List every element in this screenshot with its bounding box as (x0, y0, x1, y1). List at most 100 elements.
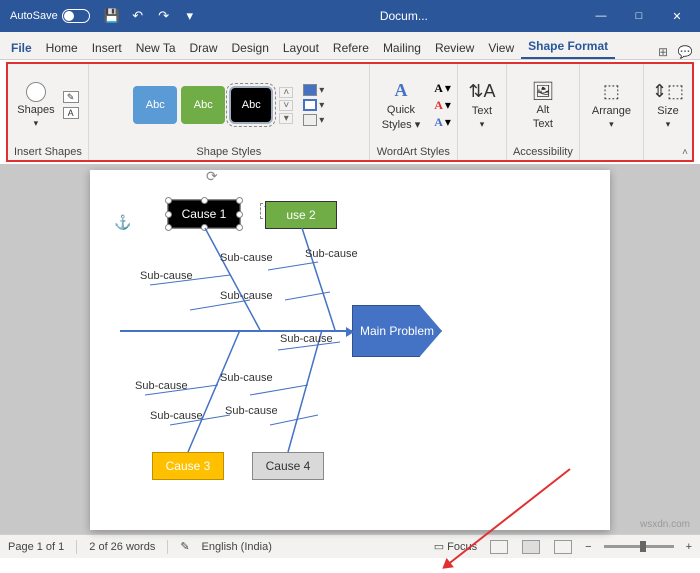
minimize-button[interactable]: — (582, 0, 620, 32)
shape-fill-button[interactable]: ▾ (303, 84, 324, 96)
size-button[interactable]: ⇕⬚ Size ▾ (650, 81, 686, 130)
style-thumb-green[interactable]: Abc (181, 86, 225, 124)
rotate-handle-icon[interactable]: ⟳ (206, 168, 218, 185)
group-shape-styles: Abc Abc Abc ˄˅▾ ▾ ▾ ▾ Shape Styles (89, 64, 370, 160)
alt-text-button[interactable]: 🖼 Alt Text (525, 80, 561, 130)
tab-design[interactable]: Design (225, 37, 276, 59)
resize-handle[interactable] (236, 211, 243, 218)
shape-outline-button[interactable]: ▾ (303, 99, 324, 111)
shape-effects-button[interactable]: ▾ (303, 114, 324, 126)
group-text: ⇅A Text ▾ (458, 64, 507, 160)
resize-handle[interactable] (165, 197, 172, 204)
redo-icon[interactable]: ↷ (156, 8, 172, 24)
text-fill-icon: A (434, 81, 443, 96)
maximize-button[interactable]: □ (620, 0, 658, 32)
autosave[interactable]: AutoSave (4, 9, 96, 23)
text-direction-icon: ⇅A (470, 81, 494, 103)
resize-handle[interactable] (201, 224, 208, 231)
subcause-label[interactable]: Sub-cause (280, 333, 333, 345)
print-layout-icon[interactable] (522, 540, 540, 554)
subcause-label[interactable]: Sub-cause (225, 405, 278, 417)
subcause-label[interactable]: Sub-cause (220, 290, 273, 302)
resize-handle[interactable] (236, 197, 243, 204)
comments-icon[interactable]: 💬 (674, 45, 696, 59)
word-count[interactable]: 2 of 26 words (89, 541, 155, 553)
cause1-shape[interactable]: Cause 1 (168, 200, 240, 228)
shapes-button[interactable]: Shapes ▾ (17, 82, 54, 129)
text-direction-button[interactable]: ⇅A Text ▾ (464, 81, 500, 130)
save-icon[interactable]: 💾 (104, 8, 120, 24)
tab-file[interactable]: File (4, 37, 39, 59)
qat-dropdown-icon[interactable]: ▾ (182, 8, 198, 24)
group-label-wordart: WordArt Styles (376, 144, 451, 160)
chevron-down-icon: ▾ (34, 118, 39, 129)
subcause-label[interactable]: Sub-cause (150, 410, 203, 422)
subcause-label[interactable]: Sub-cause (135, 380, 188, 392)
style-thumb-black[interactable]: Abc (229, 86, 273, 124)
tab-mailings[interactable]: Mailing (376, 37, 428, 59)
tab-view[interactable]: View (481, 37, 521, 59)
autosave-toggle[interactable] (62, 9, 90, 23)
text-effects-button[interactable]: A▾ (434, 115, 451, 130)
cause2-shape[interactable]: use 2 (265, 201, 337, 229)
read-mode-icon[interactable] (490, 540, 508, 554)
tab-newtab[interactable]: New Ta (129, 37, 183, 59)
text-effects-icon: A (434, 115, 443, 130)
text-outline-icon: A (434, 98, 443, 113)
zoom-out-button[interactable]: − (585, 541, 591, 553)
alt-text-icon: 🖼 (531, 80, 555, 102)
autosave-label: AutoSave (10, 10, 58, 22)
anchor-icon: ⚓ (114, 214, 131, 231)
tab-home[interactable]: Home (39, 37, 85, 59)
document-area[interactable]: ⚓ ⟳ Cause 1 ⌒ use 2 Cause 3 Cause 4 Main… (0, 164, 700, 534)
arrange-icon: ⬚ (599, 81, 623, 103)
quick-styles-button[interactable]: A Quick Styles ▾ (376, 80, 427, 131)
group-wordart-styles: A Quick Styles ▾ A▾ A▾ A▾ WordArt Styles (370, 64, 458, 160)
subcause-label[interactable]: Sub-cause (220, 252, 273, 264)
subcause-label[interactable]: Sub-cause (140, 270, 193, 282)
group-size: ⇕⬚ Size ▾ (644, 64, 692, 160)
text-fill-button[interactable]: A▾ (434, 81, 451, 96)
tab-references[interactable]: Refere (326, 37, 376, 59)
group-insert-shapes: Shapes ▾ ✎ A Insert Shapes (8, 64, 89, 160)
text-box-icon[interactable]: A (63, 107, 79, 119)
edit-shape-icon[interactable]: ✎ (63, 91, 79, 103)
backbone-line[interactable] (120, 330, 352, 332)
zoom-slider[interactable] (604, 545, 674, 548)
subcause-label[interactable]: Sub-cause (220, 372, 273, 384)
ribbon: Shapes ▾ ✎ A Insert Shapes Abc Abc Abc ˄… (6, 62, 694, 162)
tab-layout[interactable]: Layout (276, 37, 326, 59)
share-icon[interactable]: ⊞ (652, 45, 674, 59)
tab-shape-format[interactable]: Shape Format (521, 35, 615, 59)
watermark: wsxdn.com (640, 519, 690, 530)
undo-icon[interactable]: ↶ (130, 8, 146, 24)
web-layout-icon[interactable] (554, 540, 572, 554)
page[interactable]: ⚓ ⟳ Cause 1 ⌒ use 2 Cause 3 Cause 4 Main… (90, 170, 610, 530)
tab-insert[interactable]: Insert (85, 37, 129, 59)
group-label-insert-shapes: Insert Shapes (14, 144, 82, 160)
zoom-thumb[interactable] (640, 541, 646, 552)
resize-handle[interactable] (201, 197, 208, 204)
subcause-label[interactable]: Sub-cause (305, 248, 358, 260)
style-gallery-nav[interactable]: ˄˅▾ (279, 87, 293, 124)
size-icon: ⇕⬚ (656, 81, 680, 103)
resize-handle[interactable] (236, 224, 243, 231)
language[interactable]: English (India) (202, 541, 272, 553)
tab-draw[interactable]: Draw (183, 37, 225, 59)
collapse-ribbon-icon[interactable]: ˄ (682, 147, 688, 158)
outline-icon (303, 99, 317, 111)
text-outline-button[interactable]: A▾ (434, 98, 451, 113)
cause4-shape[interactable]: Cause 4 (252, 452, 324, 480)
zoom-in-button[interactable]: + (686, 541, 692, 553)
resize-handle[interactable] (165, 224, 172, 231)
page-number[interactable]: Page 1 of 1 (8, 541, 64, 553)
style-thumb-blue[interactable]: Abc (133, 86, 177, 124)
tab-review[interactable]: Review (428, 37, 481, 59)
cause3-shape[interactable]: Cause 3 (152, 452, 224, 480)
main-problem-shape[interactable]: Main Problem (352, 305, 442, 357)
close-button[interactable]: ✕ (658, 0, 696, 32)
arrange-button[interactable]: ⬚ Arrange ▾ (586, 81, 637, 130)
spellcheck-icon[interactable]: ✎ (180, 540, 189, 553)
resize-handle[interactable] (165, 211, 172, 218)
statusbar: Page 1 of 1 2 of 26 words ✎ English (Ind… (0, 534, 700, 558)
